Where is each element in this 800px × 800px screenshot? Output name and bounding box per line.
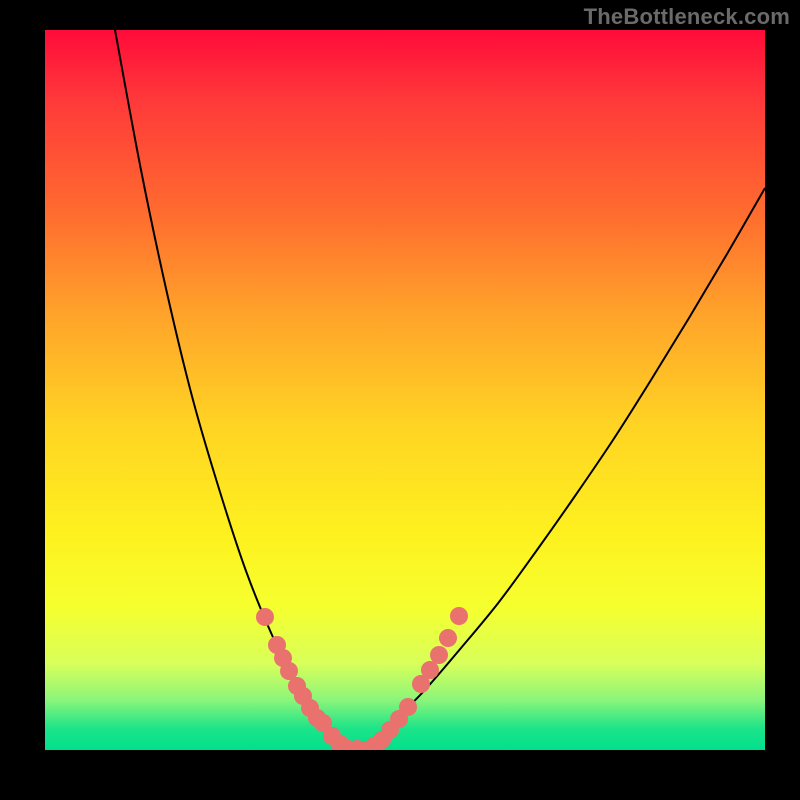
marker-dot: [450, 607, 468, 625]
marker-dot: [430, 646, 448, 664]
marker-dot: [256, 608, 274, 626]
watermark-label: TheBottleneck.com: [584, 4, 790, 30]
plot-area: [45, 30, 765, 750]
marker-dot: [421, 661, 439, 679]
marker-dot: [439, 629, 457, 647]
marker-dot: [399, 698, 417, 716]
curve-layer: [45, 30, 765, 750]
chart-stage: TheBottleneck.com: [0, 0, 800, 800]
